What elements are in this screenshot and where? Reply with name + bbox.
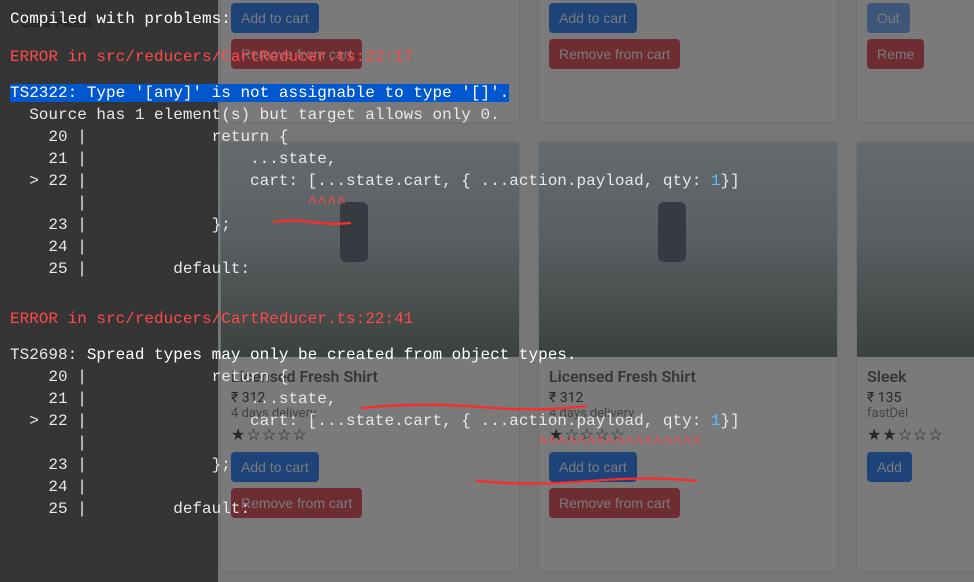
code-line-22: > 22 | cart: [...state.cart, { ...action… — [10, 170, 964, 192]
code-line-24: 24 | — [10, 236, 964, 258]
error-file-1: ERROR in src/reducers/CartReducer.ts:22:… — [10, 46, 964, 68]
code2-line-20: 20 | return { — [10, 366, 964, 388]
code2-line-25: 25 | default: — [10, 498, 964, 520]
code2-line-24: 24 | — [10, 476, 964, 498]
code-line-21: 21 | ...state, — [10, 148, 964, 170]
error-file-2: ERROR in src/reducers/CartReducer.ts:22:… — [10, 308, 964, 330]
code-line-20: 20 | return { — [10, 126, 964, 148]
code2-line-22: > 22 | cart: [...state.cart, { ...action… — [10, 410, 964, 432]
error-source-line: Source has 1 element(s) but target allow… — [10, 104, 964, 126]
code2-line-21: 21 | ...state, — [10, 388, 964, 410]
code-caret-2: | ^^^^^^^^^^^^^^^^^ — [10, 432, 964, 454]
error-ts2698: TS2698: Spread types may only be created… — [10, 344, 964, 366]
code-caret-1: | ^^^^ — [10, 192, 964, 214]
code-line-25: 25 | default: — [10, 258, 964, 280]
code2-line-23: 23 | }; — [10, 454, 964, 476]
compiled-heading: Compiled with problems: — [10, 8, 964, 30]
error-overlay: Compiled with problems: ERROR in src/red… — [0, 0, 974, 582]
code-line-23: 23 | }; — [10, 214, 964, 236]
error-ts2322: TS2322: Type '[any]' is not assignable t… — [10, 82, 964, 104]
